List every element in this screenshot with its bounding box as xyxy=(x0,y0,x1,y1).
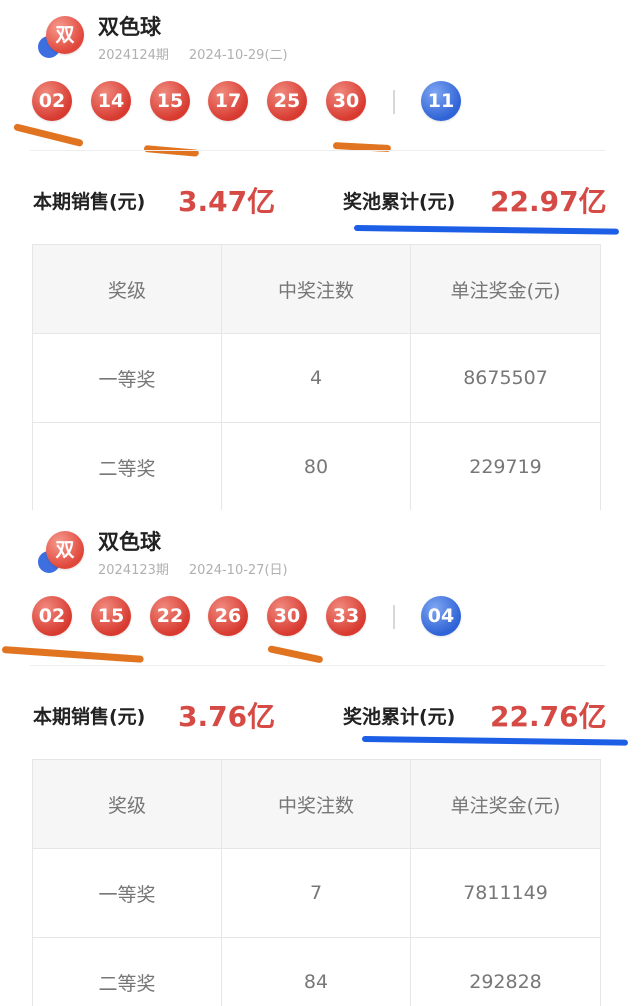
logo-glyph: 双 xyxy=(55,539,75,561)
prize-table: 奖级 中奖注数 单注奖金(元) 一等奖 4 8675507 二等奖 80 229… xyxy=(32,244,601,510)
orange-underline-mark xyxy=(13,123,84,148)
ball-separator xyxy=(393,90,395,114)
red-ball: 30 xyxy=(326,81,366,121)
winner-count: 4 xyxy=(221,333,411,423)
sales-label: 本期销售(元) xyxy=(33,191,146,213)
prize-amount: 292828 xyxy=(410,937,601,1006)
red-ball: 33 xyxy=(326,596,366,636)
red-ball: 25 xyxy=(267,81,307,121)
column-header: 奖级 xyxy=(32,244,222,334)
logo-glyph: 双 xyxy=(55,24,75,46)
divider xyxy=(30,150,605,151)
table-header-row: 奖级 中奖注数 单注奖金(元) xyxy=(32,759,601,849)
column-header: 中奖注数 xyxy=(221,244,411,334)
issue-number: 2024123期 xyxy=(98,563,169,578)
prize-amount: 229719 xyxy=(410,422,601,510)
pool-label: 奖池累计(元) xyxy=(343,706,456,728)
prize-level: 二等奖 xyxy=(32,937,222,1006)
pool-value: 22.97亿 xyxy=(490,185,607,218)
table-row: 二等奖 84 292828 xyxy=(32,937,601,1006)
red-ball: 26 xyxy=(208,596,248,636)
ssq-logo-icon: 双 xyxy=(38,16,86,60)
draw-date: 2024-10-27(日) xyxy=(188,563,288,578)
blue-ball: 11 xyxy=(421,81,461,121)
table-header-row: 奖级 中奖注数 单注奖金(元) xyxy=(32,244,601,334)
column-header: 中奖注数 xyxy=(221,759,411,849)
prize-table: 奖级 中奖注数 单注奖金(元) 一等奖 7 7811149 二等奖 84 292… xyxy=(32,759,601,1006)
divider xyxy=(30,665,605,666)
prize-level: 二等奖 xyxy=(32,422,222,510)
winner-count: 7 xyxy=(221,848,411,938)
sales-value: 3.47亿 xyxy=(178,185,276,218)
draw-info: 2024124期 2024-10-29(二) xyxy=(98,44,288,63)
column-header: 单注奖金(元) xyxy=(410,759,601,849)
orange-underline-mark xyxy=(1,646,144,663)
prize-amount: 8675507 xyxy=(410,333,601,423)
column-header: 单注奖金(元) xyxy=(410,244,601,334)
winner-count: 84 xyxy=(221,937,411,1006)
table-row: 一等奖 7 7811149 xyxy=(32,848,601,938)
lottery-name: 双色球 xyxy=(98,15,161,39)
red-ball: 15 xyxy=(150,81,190,121)
red-ball: 02 xyxy=(32,596,72,636)
prize-level: 一等奖 xyxy=(32,333,222,423)
red-ball: 30 xyxy=(267,596,307,636)
prize-level: 一等奖 xyxy=(32,848,222,938)
winner-count: 80 xyxy=(221,422,411,510)
prize-amount: 7811149 xyxy=(410,848,601,938)
issue-number: 2024124期 xyxy=(98,48,169,63)
red-ball: 14 xyxy=(91,81,131,121)
red-ball: 22 xyxy=(150,596,190,636)
draw-card[interactable]: 双 双色球 2024124期 2024-10-29(二) 02 14 15 17 … xyxy=(0,0,642,510)
draw-info: 2024123期 2024-10-27(日) xyxy=(98,559,288,578)
sales-value: 3.76亿 xyxy=(178,700,276,733)
blue-ball: 04 xyxy=(421,596,461,636)
red-ball: 02 xyxy=(32,81,72,121)
blue-underline-mark xyxy=(353,225,620,235)
draw-card[interactable]: 双 双色球 2024123期 2024-10-27(日) 02 15 22 26 … xyxy=(0,515,642,1006)
pool-value: 22.76亿 xyxy=(490,700,607,733)
pool-label: 奖池累计(元) xyxy=(343,191,456,213)
ssq-logo-icon: 双 xyxy=(38,531,86,575)
table-row: 一等奖 4 8675507 xyxy=(32,333,601,423)
draw-date: 2024-10-29(二) xyxy=(188,48,288,63)
blue-underline-mark xyxy=(361,736,629,746)
table-row: 二等奖 80 229719 xyxy=(32,422,601,510)
ball-separator xyxy=(393,605,395,629)
red-ball: 17 xyxy=(208,81,248,121)
column-header: 奖级 xyxy=(32,759,222,849)
sales-label: 本期销售(元) xyxy=(33,706,146,728)
lottery-name: 双色球 xyxy=(98,530,161,554)
red-ball: 15 xyxy=(91,596,131,636)
orange-underline-mark xyxy=(267,645,324,664)
